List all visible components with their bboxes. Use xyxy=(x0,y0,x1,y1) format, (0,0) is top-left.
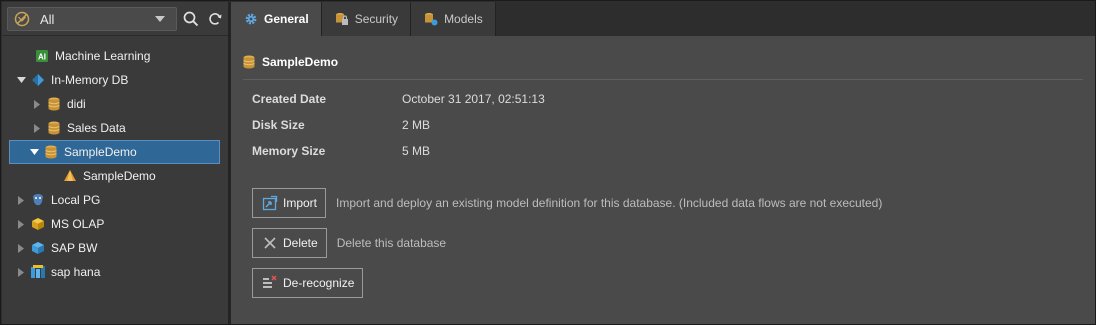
tree-item-sap-bw[interactable]: SAP BW xyxy=(2,236,228,260)
derecognize-button-label: De-recognize xyxy=(283,276,355,290)
filter-value: All xyxy=(40,11,55,27)
collapsed-arrow-icon[interactable] xyxy=(32,123,42,133)
tab-label: Models xyxy=(444,12,483,26)
import-action: Import Import and deploy an existing mod… xyxy=(252,188,882,218)
tree-item-sampledemo-database[interactable]: SampleDemo xyxy=(9,140,220,164)
derecognize-icon xyxy=(261,274,279,292)
tree-item-label: sap hana xyxy=(51,265,101,279)
catalog-tree: AI Machine Learning In-Memory DB didi Sa… xyxy=(2,44,228,284)
close-icon xyxy=(261,234,279,252)
tree-item-in-memory-db[interactable]: In-Memory DB xyxy=(2,68,228,92)
search-icon[interactable] xyxy=(182,10,200,28)
database-icon xyxy=(46,120,62,136)
property-name: Created Date xyxy=(252,92,327,106)
property-name: Memory Size xyxy=(252,144,326,158)
ai-icon: AI xyxy=(34,48,50,64)
tab-general[interactable]: General xyxy=(231,2,322,36)
collapsed-arrow-icon[interactable] xyxy=(16,267,26,277)
filter-off-icon xyxy=(12,9,32,29)
tree-item-sampledemo-model[interactable]: SampleDemo xyxy=(2,164,228,188)
olap-cube-icon xyxy=(30,216,46,232)
tree-item-label: Local PG xyxy=(51,193,101,207)
expanded-arrow-icon[interactable] xyxy=(16,75,26,85)
import-button[interactable]: Import xyxy=(252,188,327,218)
filter-bar: All xyxy=(2,2,228,36)
derecognize-action: De-recognize xyxy=(252,268,364,298)
collapsed-arrow-icon[interactable] xyxy=(16,243,26,253)
collapsed-arrow-icon[interactable] xyxy=(16,195,26,205)
property-row-created-date: Created Date October 31 2017, 02:51:13 xyxy=(252,90,545,108)
tree-item-sales-data[interactable]: Sales Data xyxy=(2,116,228,140)
tree-item-machine-learning[interactable]: AI Machine Learning xyxy=(2,44,228,68)
details-panel: General Security Models SampleDemo Creat… xyxy=(231,2,1095,324)
models-icon xyxy=(423,11,439,27)
svg-text:AI: AI xyxy=(38,52,46,61)
tab-label: Security xyxy=(354,12,399,26)
postgres-icon xyxy=(30,192,46,208)
collapsed-arrow-icon[interactable] xyxy=(32,99,42,109)
chevron-down-icon xyxy=(152,11,168,27)
tree-item-label: MS OLAP xyxy=(51,217,105,231)
tree-item-label: Machine Learning xyxy=(55,49,151,63)
app-window: All AI Machine Learning In-Memory DB did… xyxy=(0,0,1096,325)
database-icon xyxy=(43,144,59,160)
property-value: 5 MB xyxy=(402,144,431,158)
divider xyxy=(243,79,1083,80)
database-icon xyxy=(46,96,62,112)
tree-item-label: SampleDemo xyxy=(64,145,137,159)
tree-item-local-pg[interactable]: Local PG xyxy=(2,188,228,212)
sap-hana-icon xyxy=(30,264,46,280)
tab-label: General xyxy=(264,12,309,26)
collapsed-arrow-icon[interactable] xyxy=(16,219,26,229)
refresh-icon[interactable] xyxy=(206,10,224,28)
import-description: Import and deploy an existing model defi… xyxy=(336,196,883,210)
delete-button-label: Delete xyxy=(283,236,318,250)
property-value: 2 MB xyxy=(402,118,431,132)
expanded-arrow-icon[interactable] xyxy=(29,147,39,157)
tree-item-label: In-Memory DB xyxy=(51,73,129,87)
tree-item-label: SAP BW xyxy=(51,241,98,255)
property-value: October 31 2017, 02:51:13 xyxy=(402,92,545,106)
tree-item-label: didi xyxy=(67,97,86,111)
database-icon xyxy=(243,55,255,69)
page-title-text: SampleDemo xyxy=(262,55,339,69)
tree-item-ms-olap[interactable]: MS OLAP xyxy=(2,212,228,236)
filter-dropdown[interactable]: All xyxy=(7,7,177,31)
derecognize-button[interactable]: De-recognize xyxy=(252,268,364,298)
delete-description: Delete this database xyxy=(336,236,447,250)
delete-button[interactable]: Delete xyxy=(252,228,327,258)
page-title: SampleDemo xyxy=(243,50,338,74)
delete-action: Delete Delete this database xyxy=(252,228,446,258)
catalog-panel: All AI Machine Learning In-Memory DB did… xyxy=(2,2,228,324)
import-icon xyxy=(261,194,279,212)
tree-item-label: Sales Data xyxy=(67,121,126,135)
tab-models[interactable]: Models xyxy=(411,2,496,36)
property-row-disk-size: Disk Size 2 MB xyxy=(252,116,430,134)
model-icon xyxy=(62,168,78,184)
tab-security[interactable]: Security xyxy=(321,2,412,36)
security-icon xyxy=(334,11,350,27)
tab-bar: General Security Models xyxy=(231,2,1095,36)
in-memory-icon xyxy=(30,72,46,88)
tree-item-didi[interactable]: didi xyxy=(2,92,228,116)
tree-item-label: SampleDemo xyxy=(83,169,156,183)
sap-bw-icon xyxy=(30,240,46,256)
tree-item-sap-hana[interactable]: sap hana xyxy=(2,260,228,284)
import-button-label: Import xyxy=(283,196,318,210)
property-row-memory-size: Memory Size 5 MB xyxy=(252,142,430,160)
property-name: Disk Size xyxy=(252,118,305,132)
gear-icon xyxy=(243,11,259,27)
